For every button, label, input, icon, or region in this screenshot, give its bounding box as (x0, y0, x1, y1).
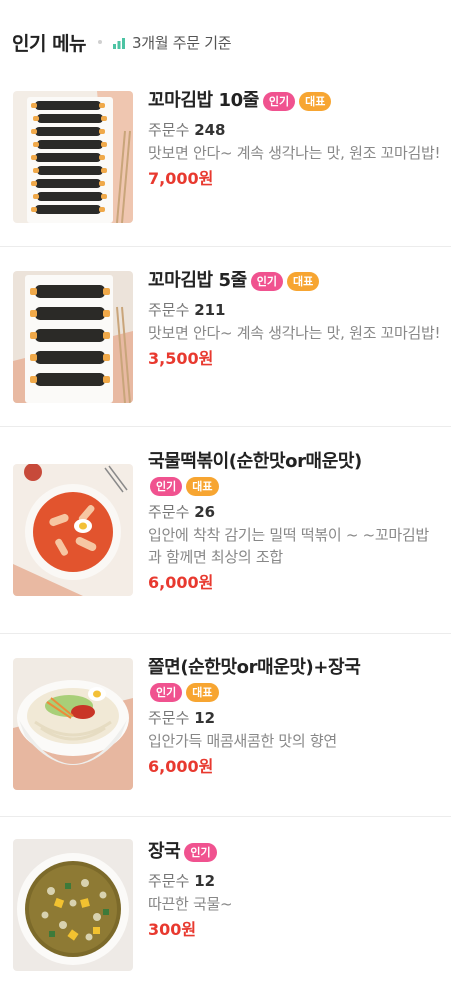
menu-image-kimbap-10[interactable] (13, 91, 133, 223)
badge-popular: 인기 (262, 91, 296, 111)
menu-name[interactable]: 장국 (148, 839, 181, 865)
menu-description: 맛보면 안다~ 계속 생각나는 맛, 원조 꼬마김밥! (148, 144, 441, 162)
badge-popular: 인기 (250, 271, 284, 291)
menu-image-tteokbokki[interactable] (13, 464, 133, 596)
badge-signature: 대표 (186, 683, 219, 702)
menu-item-tteokbokki[interactable]: 국물떡볶이(순한맛or매운맛) 인기 대표 주문수 26 입안에 착착 감기는 … (0, 427, 451, 634)
order-count-value: 12 (194, 872, 216, 890)
menu-item-kimbap-10[interactable]: 꼬마김밥 10줄 인기 대표 주문수 248 맛보면 안다~ 계속 생각나는 맛… (0, 66, 451, 247)
order-count-value: 12 (194, 709, 216, 727)
menu-description: 맛보면 안다~ 계속 생각나는 맛, 원조 꼬마김밥! (148, 324, 441, 342)
menu-price: 300원 (148, 920, 197, 939)
order-count: 주문수 211 (148, 299, 441, 321)
order-count: 주문수 248 (148, 119, 441, 141)
menu-image-janguk[interactable] (13, 839, 133, 971)
order-count-value: 248 (194, 121, 226, 139)
menu-name[interactable]: 국물떡볶이(순한맛or매운맛) (148, 449, 362, 475)
badge-signature: 대표 (287, 271, 320, 291)
menu-description: 입안에 착착 감기는 밀떡 떡볶이 ~ ~꼬마김밥과 함께면 최상의 조합 (148, 526, 429, 566)
section-subtitle: 3개월 주문 기준 (132, 33, 232, 52)
menu-info: 꼬마김밥 10줄 인기 대표 주문수 248 맛보면 안다~ 계속 생각나는 맛… (148, 88, 441, 191)
menu-item-kimbap-5[interactable]: 꼬마김밥 5줄 인기 대표 주문수 211 맛보면 안다~ 계속 생각나는 맛,… (0, 247, 451, 427)
menu-item-janguk[interactable]: 장국 인기 주문수 12 따끈한 국물~ 300원 (0, 817, 451, 1002)
menu-price: 6,000원 (148, 757, 214, 776)
order-count-label: 주문수 (148, 121, 190, 139)
badge-popular: 인기 (184, 842, 217, 862)
badge-signature: 대표 (186, 477, 219, 496)
section-title: 인기 메뉴 (12, 32, 87, 55)
popular-menu-header: 인기 메뉴 3개월 주문 기준 (12, 28, 232, 56)
order-count-value: 26 (194, 503, 216, 521)
menu-price: 7,000원 (148, 169, 214, 188)
menu-description: 입안가득 매콤새콤한 맛의 향연 (148, 732, 337, 750)
order-count-label: 주문수 (148, 709, 190, 727)
menu-description: 따끈한 국물~ (148, 895, 233, 913)
menu-name[interactable]: 꼬마김밥 5줄 (148, 268, 247, 294)
badge-popular: 인기 (150, 477, 183, 496)
order-count: 주문수 12 (148, 870, 441, 892)
menu-info: 꼬마김밥 5줄 인기 대표 주문수 211 맛보면 안다~ 계속 생각나는 맛,… (148, 268, 441, 371)
menu-price: 3,500원 (148, 349, 214, 368)
order-count: 주문수 26 (148, 501, 441, 523)
menu-image-jjolmyeon[interactable] (13, 658, 133, 790)
badge-popular: 인기 (150, 683, 183, 702)
order-count-label: 주문수 (148, 503, 190, 521)
menu-name[interactable]: 쫄면(순한맛or매운맛)+장국 (148, 655, 361, 681)
menu-price: 6,000원 (148, 573, 214, 592)
order-count: 주문수 12 (148, 707, 441, 729)
order-count-label: 주문수 (148, 301, 190, 319)
badge-signature: 대표 (299, 91, 332, 111)
menu-info: 국물떡볶이(순한맛or매운맛) 인기 대표 주문수 26 입안에 착착 감기는 … (148, 449, 441, 595)
menu-info: 쫄면(순한맛or매운맛)+장국 인기 대표 주문수 12 입안가득 매콤새콤한 … (148, 655, 441, 779)
separator-dot (98, 40, 103, 44)
menu-list: 꼬마김밥 10줄 인기 대표 주문수 248 맛보면 안다~ 계속 생각나는 맛… (0, 66, 451, 1002)
menu-name[interactable]: 꼬마김밥 10줄 (148, 88, 259, 114)
bar-chart-icon (112, 35, 126, 49)
order-count-value: 211 (194, 301, 226, 319)
menu-item-jjolmyeon[interactable]: 쫄면(순한맛or매운맛)+장국 인기 대표 주문수 12 입안가득 매콤새콤한 … (0, 634, 451, 817)
order-count-label: 주문수 (148, 872, 190, 890)
menu-info: 장국 인기 주문수 12 따끈한 국물~ 300원 (148, 839, 441, 942)
menu-image-kimbap-5[interactable] (13, 271, 133, 403)
